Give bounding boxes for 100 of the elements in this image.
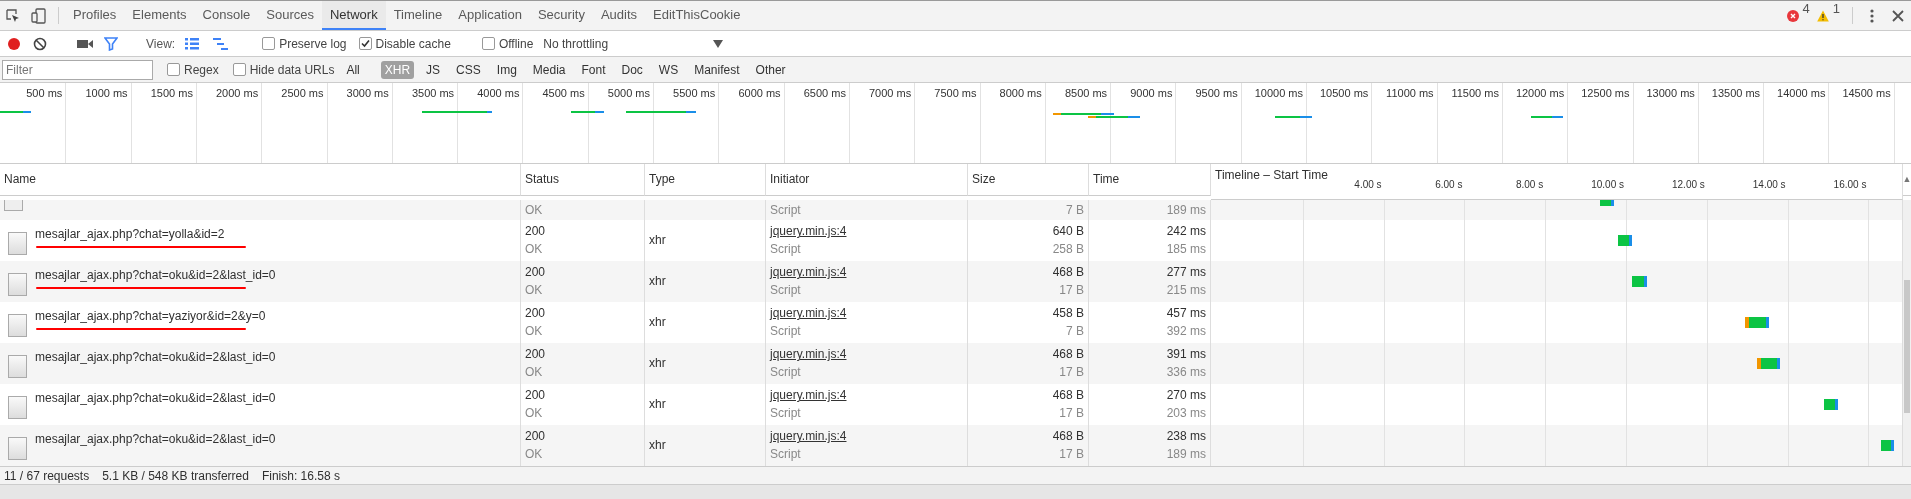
- type-text: xhr: [649, 397, 667, 412]
- initiator-type: Script: [770, 283, 802, 298]
- column-header[interactable]: Name: [0, 163, 521, 196]
- type-filter-button[interactable]: All: [342, 60, 364, 79]
- resource-size: 17 B: [1059, 406, 1084, 421]
- time-text: 457 ms: [1166, 306, 1206, 321]
- summary-text: 11 / 67 requests: [4, 468, 90, 483]
- initiator-link[interactable]: jquery.min.js:4: [770, 265, 963, 280]
- time-tick-label: 14500 ms: [1842, 87, 1892, 100]
- resource-size: 17 B: [1059, 365, 1084, 380]
- initiator-link[interactable]: jquery.min.js:4: [770, 306, 963, 321]
- initiator-link[interactable]: jquery.min.js:4: [770, 224, 963, 239]
- type-filter-button[interactable]: Font: [577, 60, 610, 79]
- type-filter-button[interactable]: Img: [492, 60, 521, 79]
- initiator-link[interactable]: jquery.min.js:4: [770, 429, 963, 444]
- time-tick-label: 10000 ms: [1254, 87, 1304, 100]
- time-tick-label: 2500 ms: [281, 87, 325, 100]
- timeline-tick-label: 14.00 s: [1752, 178, 1787, 190]
- panel-tab[interactable]: Console: [194, 1, 259, 31]
- time-tick-label: 13500 ms: [1711, 87, 1762, 100]
- time-tick-label: 14000 ms: [1777, 87, 1827, 100]
- type-filter-button[interactable]: JS: [422, 60, 445, 79]
- time-text: 270 ms: [1166, 388, 1206, 403]
- initiator-type: Script: [770, 365, 802, 380]
- column-header[interactable]: Size: [968, 163, 1089, 196]
- size-text: 468 B: [1052, 347, 1084, 362]
- time-tick-label: 8500 ms: [1064, 87, 1109, 100]
- resource-size: 258 B: [1052, 242, 1084, 257]
- latency: 336 ms: [1166, 365, 1206, 380]
- panel-tab[interactable]: Timeline: [385, 1, 451, 31]
- type-filter-button[interactable]: CSS: [452, 60, 485, 79]
- summary-text: 5.1 KB / 548 KB transferred: [102, 468, 249, 483]
- status-text: OK: [525, 365, 544, 380]
- resource-size: 17 B: [1059, 447, 1084, 462]
- status-text: OK: [525, 406, 544, 421]
- type-filter-button[interactable]: Other: [751, 60, 790, 79]
- request-row[interactable]: mesajlar_ajax.php?chat=oku&id=2&last_id=0: [0, 342, 521, 384]
- panel-tab[interactable]: Application: [450, 1, 530, 31]
- column-header[interactable]: Time: [1089, 163, 1211, 196]
- panel-tab[interactable]: Network: [321, 1, 386, 31]
- status-code: 200: [525, 224, 547, 239]
- panel-tab[interactable]: Elements: [124, 1, 195, 31]
- error-count: 4: [1802, 1, 1810, 18]
- time-tick-label: 8000 ms: [999, 87, 1043, 100]
- size-text: 468 B: [1052, 388, 1084, 403]
- initiator-type: Script: [770, 202, 802, 217]
- view-label: View:: [146, 36, 176, 51]
- time-tick-label: 500 ms: [26, 87, 64, 100]
- checkbox-label: Offline: [498, 36, 534, 51]
- request-row[interactable]: mesajlar_ajax.php?chat=oku&id=2&last_id=0: [0, 260, 521, 302]
- time-text: 238 ms: [1166, 429, 1206, 444]
- panel-tab[interactable]: Audits: [592, 1, 646, 31]
- time-text: 277 ms: [1166, 265, 1206, 280]
- initiator-link[interactable]: jquery.min.js:4: [770, 388, 963, 403]
- time-tick-label: 7500 ms: [934, 87, 978, 100]
- type-filter-button[interactable]: Doc: [617, 60, 647, 79]
- type-filter-button[interactable]: WS: [654, 60, 683, 79]
- panel-tab[interactable]: Sources: [258, 1, 322, 31]
- time-text: 242 ms: [1166, 224, 1206, 239]
- type-text: xhr: [649, 438, 667, 453]
- status-code: 200: [525, 429, 547, 444]
- type-text: xhr: [649, 315, 667, 330]
- latency: 215 ms: [1166, 283, 1206, 298]
- time-tick-label: 10500 ms: [1320, 87, 1370, 100]
- time-tick-label: 12000 ms: [1515, 87, 1566, 100]
- status-code: 200: [525, 388, 547, 403]
- type-filter-button[interactable]: Manifest: [690, 60, 744, 79]
- initiator-type: Script: [770, 447, 802, 462]
- status-text: OK: [525, 283, 544, 298]
- resource-size: 17 B: [1059, 283, 1084, 298]
- type-text: xhr: [649, 233, 667, 248]
- panel-tab[interactable]: EditThisCookie: [645, 1, 749, 31]
- column-header[interactable]: Status: [521, 163, 645, 196]
- latency: 203 ms: [1166, 406, 1206, 421]
- time-tick-label: 5500 ms: [673, 87, 717, 100]
- status-code: 200: [525, 347, 547, 362]
- time-tick-label: 12500 ms: [1581, 87, 1631, 100]
- column-header[interactable]: Type: [645, 163, 766, 196]
- time-tick-label: 1500 ms: [150, 87, 194, 100]
- initiator-link[interactable]: jquery.min.js:4: [770, 347, 963, 362]
- checkbox-label: Regex: [184, 62, 219, 77]
- panel-tab[interactable]: Security: [529, 1, 593, 31]
- status-text: OK: [525, 242, 544, 257]
- time-text: 391 ms: [1166, 347, 1206, 362]
- status-text: OK: [525, 324, 544, 339]
- column-header[interactable]: Initiator: [766, 163, 968, 196]
- time-tick-label: 9000 ms: [1130, 87, 1174, 100]
- timeline-tick-label: 10.00 s: [1591, 178, 1625, 190]
- size-text: 468 B: [1052, 265, 1084, 280]
- time-tick-label: 5000 ms: [607, 87, 651, 100]
- latency: 392 ms: [1166, 324, 1206, 339]
- request-row[interactable]: mesajlar_ajax.php?chat=oku&id=2&last_id=0: [0, 424, 521, 466]
- checkbox-label: Disable cache: [375, 36, 451, 51]
- initiator-type: Script: [770, 242, 802, 257]
- column-header[interactable]: Timeline – Start Time 4.00 s 6.00 s 8.00 s 10.00 s 12.00 s 14.00 s 16.00 s: [1211, 163, 1903, 200]
- latency: 189 ms: [1166, 447, 1206, 462]
- type-filter-button[interactable]: Media: [528, 60, 570, 79]
- filter-field[interactable]: Filter: [2, 59, 153, 80]
- throttling-dropdown[interactable]: No throttling: [543, 36, 724, 51]
- panel-tab[interactable]: Profiles: [65, 1, 125, 31]
